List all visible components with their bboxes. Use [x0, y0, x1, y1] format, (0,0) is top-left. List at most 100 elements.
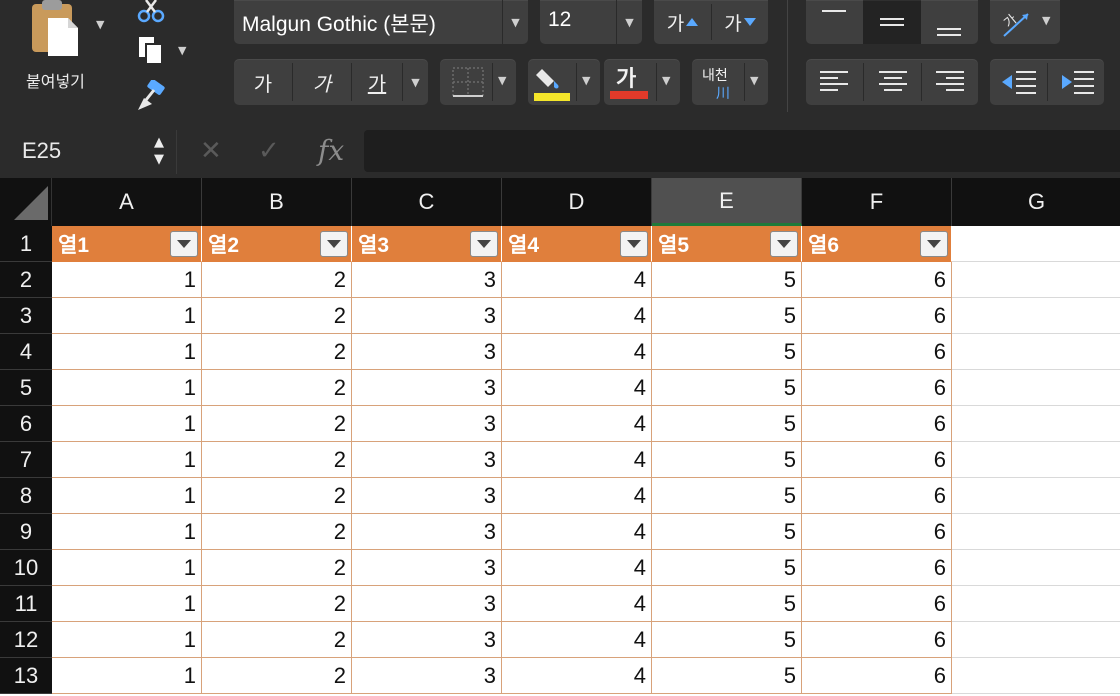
- table-cell[interactable]: 2: [202, 514, 352, 550]
- table-cell[interactable]: 6: [802, 514, 952, 550]
- name-box-spinner[interactable]: ▲ ▼: [154, 134, 164, 168]
- table-cell[interactable]: 6: [802, 550, 952, 586]
- copy-dropdown-caret[interactable]: ▼: [178, 44, 186, 57]
- table-cell[interactable]: 4: [502, 298, 652, 334]
- cell-empty[interactable]: [952, 442, 1120, 478]
- format-painter-icon[interactable]: [134, 79, 168, 116]
- table-cell[interactable]: 4: [502, 658, 652, 694]
- underline-button[interactable]: 가: [352, 59, 402, 105]
- table-cell[interactable]: 6: [802, 442, 952, 478]
- cell-empty[interactable]: [952, 658, 1120, 694]
- borders-button[interactable]: ▼: [440, 59, 516, 105]
- table-cell[interactable]: 3: [352, 550, 502, 586]
- filter-dropdown-icon[interactable]: [620, 231, 648, 257]
- align-center-button[interactable]: [864, 59, 921, 105]
- orientation-dropdown[interactable]: ▼: [1042, 14, 1050, 27]
- table-cell[interactable]: 2: [202, 586, 352, 622]
- cell-empty[interactable]: [952, 478, 1120, 514]
- table-cell[interactable]: 1: [52, 298, 202, 334]
- bold-button[interactable]: 가: [234, 59, 292, 105]
- align-left-button[interactable]: [806, 59, 863, 105]
- table-header-cell[interactable]: 열1: [52, 226, 202, 262]
- copy-icon[interactable]: [138, 36, 164, 70]
- table-cell[interactable]: 1: [52, 658, 202, 694]
- table-cell[interactable]: 3: [352, 658, 502, 694]
- increase-font-size-button[interactable]: 가: [654, 0, 711, 44]
- table-header-cell[interactable]: 열6: [802, 226, 952, 262]
- align-middle-button[interactable]: [863, 0, 921, 44]
- table-cell[interactable]: 5: [652, 370, 802, 406]
- table-cell[interactable]: 2: [202, 622, 352, 658]
- table-cell[interactable]: 5: [652, 298, 802, 334]
- filter-dropdown-icon[interactable]: [320, 231, 348, 257]
- table-cell[interactable]: 5: [652, 550, 802, 586]
- table-cell[interactable]: 4: [502, 514, 652, 550]
- align-top-button[interactable]: [806, 0, 863, 44]
- table-cell[interactable]: 3: [352, 334, 502, 370]
- table-cell[interactable]: 5: [652, 478, 802, 514]
- italic-button[interactable]: 가: [293, 59, 351, 105]
- table-cell[interactable]: 3: [352, 586, 502, 622]
- table-header-cell[interactable]: 열5: [652, 226, 802, 262]
- row-header[interactable]: 12: [0, 622, 52, 658]
- row-header[interactable]: 8: [0, 478, 52, 514]
- filter-dropdown-icon[interactable]: [470, 231, 498, 257]
- table-cell[interactable]: 6: [802, 262, 952, 298]
- underline-dropdown[interactable]: ▼: [403, 59, 428, 105]
- table-cell[interactable]: 6: [802, 370, 952, 406]
- font-size-dropdown[interactable]: ▼: [616, 0, 642, 44]
- cell-empty[interactable]: [952, 550, 1120, 586]
- table-cell[interactable]: 1: [52, 622, 202, 658]
- table-cell[interactable]: 2: [202, 406, 352, 442]
- table-cell[interactable]: 4: [502, 334, 652, 370]
- column-header-e[interactable]: E: [652, 178, 802, 226]
- select-all-corner[interactable]: [0, 178, 52, 226]
- row-header[interactable]: 1: [0, 226, 52, 262]
- table-cell[interactable]: 1: [52, 262, 202, 298]
- table-cell[interactable]: 1: [52, 586, 202, 622]
- table-cell[interactable]: 4: [502, 406, 652, 442]
- decrease-font-size-button[interactable]: 가: [712, 0, 768, 44]
- cell-empty[interactable]: [952, 370, 1120, 406]
- table-cell[interactable]: 3: [352, 514, 502, 550]
- column-header-f[interactable]: F: [802, 178, 952, 226]
- cell-empty[interactable]: [952, 406, 1120, 442]
- table-cell[interactable]: 3: [352, 406, 502, 442]
- table-cell[interactable]: 3: [352, 370, 502, 406]
- paste-dropdown-caret[interactable]: ▼: [96, 18, 104, 31]
- table-cell[interactable]: 2: [202, 478, 352, 514]
- table-cell[interactable]: 6: [802, 586, 952, 622]
- paste-label[interactable]: 붙여넣기: [26, 68, 85, 92]
- phonetic-dropdown[interactable]: ▼: [750, 74, 758, 87]
- font-color-dropdown[interactable]: ▼: [662, 74, 670, 87]
- insert-function-icon[interactable]: fx: [318, 134, 344, 167]
- table-cell[interactable]: 3: [352, 262, 502, 298]
- table-cell[interactable]: 5: [652, 262, 802, 298]
- cut-icon[interactable]: [136, 0, 166, 28]
- column-header-d[interactable]: D: [502, 178, 652, 226]
- row-header[interactable]: 11: [0, 586, 52, 622]
- cell-empty[interactable]: [952, 622, 1120, 658]
- table-cell[interactable]: 4: [502, 478, 652, 514]
- fill-color-dropdown[interactable]: ▼: [582, 74, 590, 87]
- row-header[interactable]: 7: [0, 442, 52, 478]
- column-header-g[interactable]: G: [952, 178, 1120, 226]
- paste-icon[interactable]: [30, 0, 82, 58]
- table-cell[interactable]: 1: [52, 442, 202, 478]
- row-header[interactable]: 3: [0, 298, 52, 334]
- table-cell[interactable]: 6: [802, 658, 952, 694]
- borders-dropdown[interactable]: ▼: [498, 74, 506, 87]
- table-cell[interactable]: 5: [652, 658, 802, 694]
- table-cell[interactable]: 5: [652, 442, 802, 478]
- table-cell[interactable]: 6: [802, 334, 952, 370]
- table-cell[interactable]: 1: [52, 406, 202, 442]
- cell-empty[interactable]: [952, 262, 1120, 298]
- table-cell[interactable]: 2: [202, 550, 352, 586]
- row-header[interactable]: 13: [0, 658, 52, 694]
- row-header[interactable]: 10: [0, 550, 52, 586]
- cell-empty[interactable]: [952, 298, 1120, 334]
- row-header[interactable]: 5: [0, 370, 52, 406]
- column-header-a[interactable]: A: [52, 178, 202, 226]
- font-name-dropdown[interactable]: ▼: [502, 0, 528, 44]
- table-cell[interactable]: 1: [52, 370, 202, 406]
